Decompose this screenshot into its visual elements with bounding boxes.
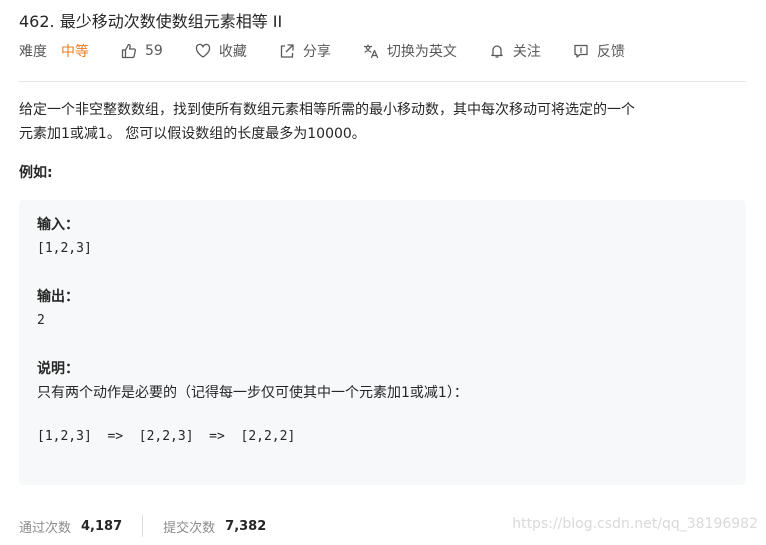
stats-divider xyxy=(142,515,144,537)
heart-icon xyxy=(195,43,210,58)
share-icon xyxy=(280,44,294,58)
problem-description: 给定一个非空整数数组，找到使所有数组元素相等所需的最小移动数，其中每次移动可将选… xyxy=(19,98,746,146)
difficulty-badge: 中等 xyxy=(61,44,89,60)
like-button[interactable]: 59 xyxy=(121,43,163,59)
output-label: 输出： xyxy=(37,289,79,305)
share-button[interactable]: 分享 xyxy=(279,41,331,61)
difficulty-label: 难度 xyxy=(19,44,47,60)
example-steps: [1,2,3] => [2,2,3] => [2,2,2] xyxy=(37,429,296,444)
feedback-icon xyxy=(574,44,588,58)
feedback-label: 反馈 xyxy=(596,44,625,60)
accepted-label: 通过次数 xyxy=(19,520,72,536)
like-count: 59 xyxy=(145,43,163,59)
explain-text: 只有两个动作是必要的（记得每一步仅可使其中一个元素加1或减1）： xyxy=(37,385,468,401)
follow-label: 关注 xyxy=(512,44,541,60)
watermark: https://blog.csdn.net/qq_38196982 xyxy=(512,516,758,532)
share-label: 分享 xyxy=(302,44,331,60)
accepted-count: 4,187 xyxy=(81,518,123,534)
example-code-block: 输入： [1,2,3] 输出： 2 说明： 只有两个动作是必要的（记得每一步仅可… xyxy=(19,200,746,485)
feedback-button[interactable]: 反馈 xyxy=(573,41,625,61)
output-value: 2 xyxy=(37,313,45,328)
collect-label: 收藏 xyxy=(218,44,247,60)
translate-icon xyxy=(363,44,378,59)
submitted-count: 7,382 xyxy=(225,518,267,534)
collect-button[interactable]: 收藏 xyxy=(195,41,247,61)
bell-icon xyxy=(490,45,503,58)
description-line: 给定一个非空整数数组，找到使所有数组元素相等所需的最小移动数，其中每次移动可将选… xyxy=(19,102,635,118)
input-label: 输入： xyxy=(37,217,79,233)
submission-stats: 通过次数 4,187 提交次数 7,382 xyxy=(19,514,266,538)
description-line: 元素加1或减1。 您可以假设数组的长度最多为10000。 xyxy=(19,126,366,142)
submitted-label: 提交次数 xyxy=(163,520,216,536)
thumbs-up-icon xyxy=(121,43,136,59)
problem-title: 462. 最少移动次数使数组元素相等 II xyxy=(19,12,283,31)
follow-button[interactable]: 关注 xyxy=(489,41,541,61)
divider xyxy=(19,81,746,82)
input-value: [1,2,3] xyxy=(37,241,92,256)
problem-meta-bar: 难度 中等 59 收藏 分享 切换为英文 关注 反馈 xyxy=(19,40,657,62)
example-heading: 例如: xyxy=(19,165,53,181)
translate-label: 切换为英文 xyxy=(386,44,457,60)
translate-button[interactable]: 切换为英文 xyxy=(363,41,457,61)
explain-label: 说明： xyxy=(37,361,79,377)
